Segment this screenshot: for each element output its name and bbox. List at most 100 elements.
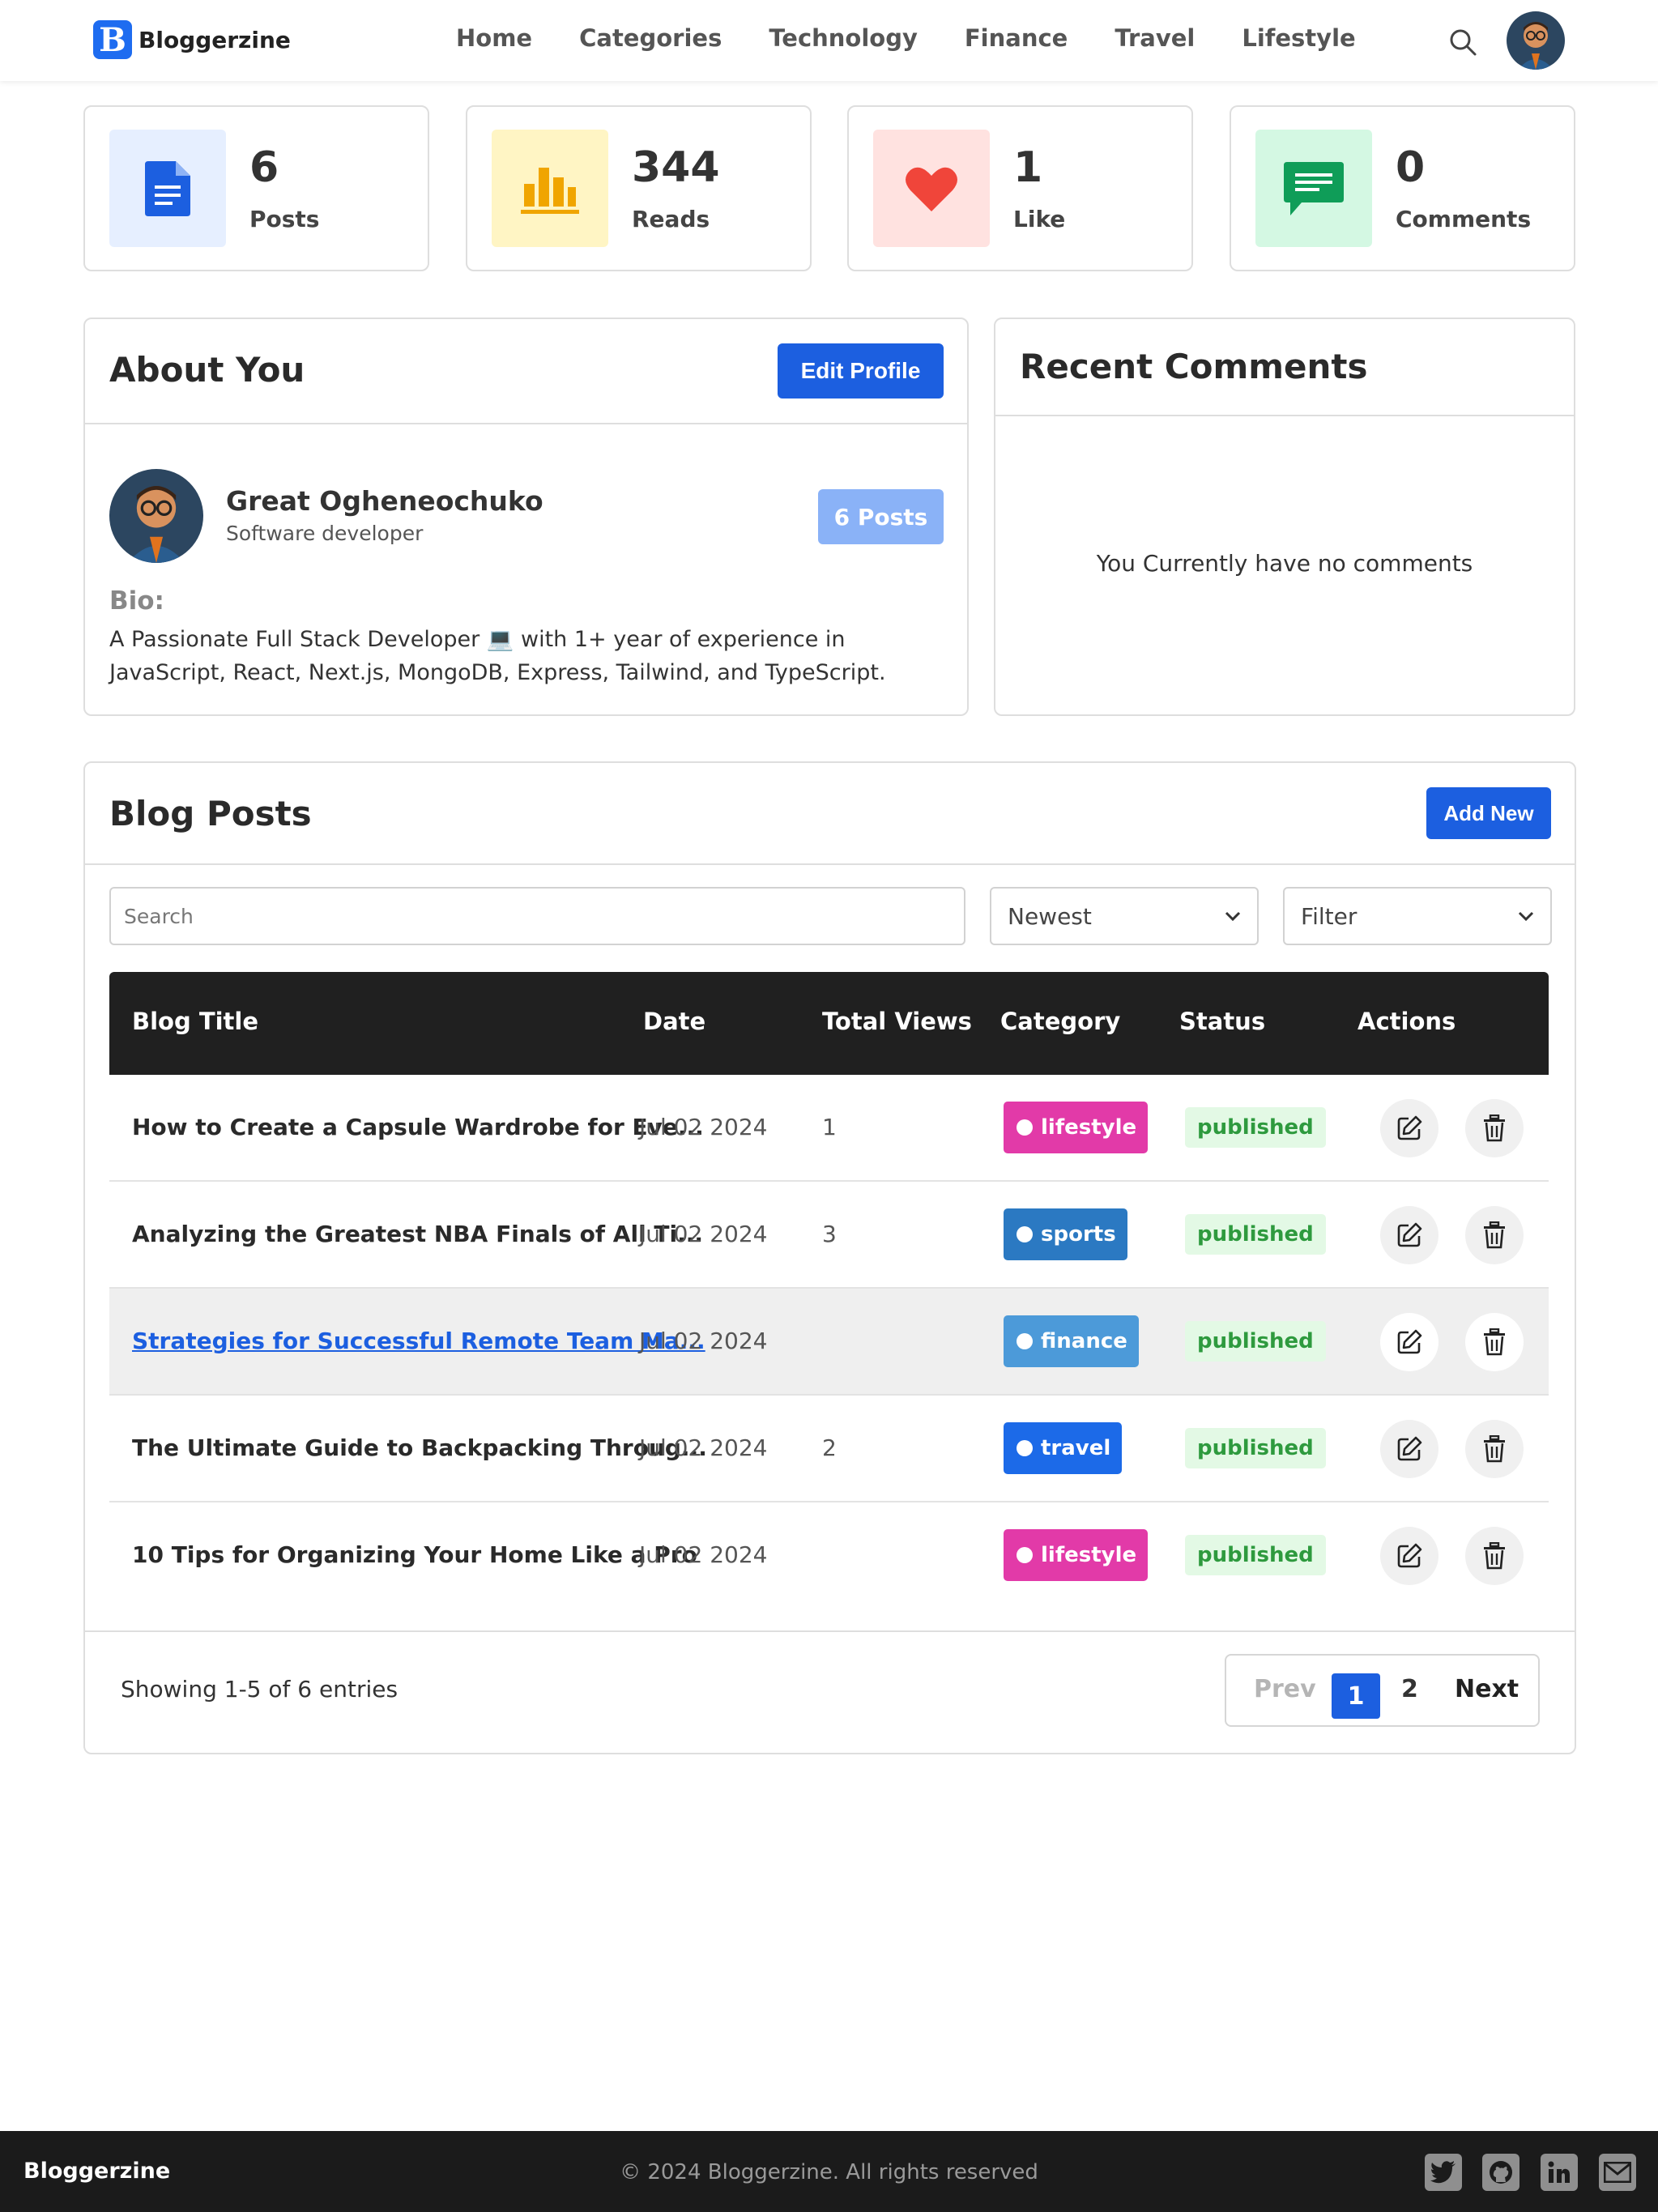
dot-icon <box>1017 1547 1033 1563</box>
stat-likes-value: 1 <box>1013 143 1043 192</box>
category-badge: travel <box>1004 1422 1123 1474</box>
table-row: Strategies for Successful Remote Team Ma… <box>109 1289 1549 1396</box>
page-1-button[interactable]: 1 <box>1332 1673 1380 1719</box>
post-title[interactable]: Analyzing the Greatest NBA Finals of All… <box>132 1221 703 1247</box>
stat-card-likes: 1 Like <box>847 105 1193 271</box>
twitter-icon[interactable] <box>1425 2154 1462 2191</box>
nav-categories[interactable]: Categories <box>579 24 722 52</box>
empty-comments-message: You Currently have no comments <box>1096 550 1473 577</box>
top-navbar: B Bloggerzine Home Categories Technology… <box>0 0 1658 81</box>
col-status: Status <box>1179 1008 1266 1035</box>
category-badge: sports <box>1004 1208 1127 1260</box>
post-title[interactable]: The Ultimate Guide to Backpacking Throug… <box>132 1434 707 1461</box>
table-footer-divider <box>85 1630 1575 1632</box>
trash-icon <box>1484 1221 1505 1249</box>
delete-post-button[interactable] <box>1465 1099 1524 1157</box>
post-views: 2 <box>822 1434 837 1461</box>
stat-posts-value: 6 <box>249 143 279 192</box>
comments-divider <box>995 415 1574 416</box>
post-title[interactable]: How to Create a Capsule Wardrobe for Eve… <box>132 1114 704 1140</box>
prev-page-button[interactable]: Prev <box>1254 1675 1316 1703</box>
stat-comments-value: 0 <box>1396 143 1426 192</box>
footer: Bloggerzine © 2024 Bloggerzine. All righ… <box>0 2131 1658 2212</box>
stat-posts-label: Posts <box>249 206 320 232</box>
delete-post-button[interactable] <box>1465 1420 1524 1478</box>
trash-icon <box>1484 1435 1505 1463</box>
edit-icon <box>1397 1543 1422 1568</box>
post-date: Jul 02 2024 <box>639 1434 768 1461</box>
stat-reads-label: Reads <box>632 206 710 232</box>
table-row: The Ultimate Guide to Backpacking Throug… <box>109 1396 1549 1502</box>
main-nav: Home Categories Technology Finance Trave… <box>456 24 1356 52</box>
edit-icon <box>1397 1115 1422 1140</box>
add-new-button[interactable]: Add New <box>1426 787 1551 839</box>
edit-profile-button[interactable]: Edit Profile <box>778 343 944 399</box>
bio-label: Bio: <box>109 586 164 616</box>
edit-icon <box>1397 1222 1422 1247</box>
delete-post-button[interactable] <box>1465 1313 1524 1371</box>
page-2-button[interactable]: 2 <box>1401 1675 1418 1703</box>
nav-travel[interactable]: Travel <box>1115 24 1195 52</box>
delete-post-button[interactable] <box>1465 1206 1524 1264</box>
mail-icon[interactable] <box>1599 2154 1636 2191</box>
table-row: How to Create a Capsule Wardrobe for Eve… <box>109 1075 1549 1182</box>
filter-select[interactable]: Filter <box>1283 887 1552 945</box>
linkedin-icon[interactable] <box>1541 2154 1578 2191</box>
status-badge: published <box>1185 1214 1326 1255</box>
filter-select-value: Filter <box>1301 902 1358 930</box>
status-badge: published <box>1185 1428 1326 1468</box>
stat-likes-label: Like <box>1013 206 1066 232</box>
stat-card-reads: 344 Reads <box>466 105 812 271</box>
heart-icon <box>873 130 990 247</box>
brand-logo-icon: B <box>93 20 132 59</box>
brand-link[interactable]: B Bloggerzine <box>93 20 291 59</box>
edit-post-button[interactable] <box>1380 1206 1438 1264</box>
category-label: sports <box>1041 1222 1116 1247</box>
about-panel: About You Edit Profile Great Ogheneochuk… <box>83 318 969 716</box>
post-date: Jul 02 2024 <box>639 1221 768 1247</box>
edit-post-button[interactable] <box>1380 1420 1438 1478</box>
github-icon[interactable] <box>1482 2154 1519 2191</box>
edit-post-button[interactable] <box>1380 1527 1438 1585</box>
table-row: Analyzing the Greatest NBA Finals of All… <box>109 1182 1549 1289</box>
next-page-button[interactable]: Next <box>1455 1675 1519 1703</box>
category-label: travel <box>1041 1436 1111 1460</box>
search-icon[interactable] <box>1447 27 1478 58</box>
post-title[interactable]: Strategies for Successful Remote Team Ma… <box>132 1328 705 1354</box>
nav-home[interactable]: Home <box>456 24 532 52</box>
col-actions: Actions <box>1358 1008 1456 1035</box>
about-title: About You <box>109 350 305 390</box>
nav-lifestyle[interactable]: Lifestyle <box>1242 24 1355 52</box>
category-badge: lifestyle <box>1004 1102 1149 1153</box>
search-input[interactable] <box>109 887 965 945</box>
about-divider <box>85 423 967 424</box>
profile-role: Software developer <box>226 522 424 545</box>
nav-technology[interactable]: Technology <box>769 24 918 52</box>
trash-icon <box>1484 1115 1505 1142</box>
pagination: Prev 1 2 Next <box>1225 1654 1540 1727</box>
trash-icon <box>1484 1328 1505 1356</box>
recent-comments-title: Recent Comments <box>1020 347 1368 386</box>
post-views: 1 <box>822 1114 837 1140</box>
chat-icon <box>1255 130 1372 247</box>
col-date: Date <box>643 1008 706 1035</box>
profile-name: Great Ogheneochuko <box>226 485 543 517</box>
posts-count-badge: 6 Posts <box>818 489 944 544</box>
category-label: lifestyle <box>1041 1543 1137 1567</box>
post-title[interactable]: 10 Tips for Organizing Your Home Like a … <box>132 1541 697 1568</box>
user-avatar[interactable] <box>1507 11 1565 70</box>
post-date: Jul 02 2024 <box>639 1541 768 1568</box>
nav-finance[interactable]: Finance <box>965 24 1068 52</box>
post-date: Jul 02 2024 <box>639 1328 768 1354</box>
delete-post-button[interactable] <box>1465 1527 1524 1585</box>
edit-post-button[interactable] <box>1380 1313 1438 1371</box>
edit-post-button[interactable] <box>1380 1099 1438 1157</box>
col-total-views: Total Views <box>822 1008 972 1035</box>
dot-icon <box>1017 1440 1033 1456</box>
edit-icon <box>1397 1329 1422 1354</box>
sort-select[interactable]: Newest <box>990 887 1259 945</box>
status-badge: published <box>1185 1535 1326 1575</box>
status-badge: published <box>1185 1107 1326 1148</box>
post-date: Jul 02 2024 <box>639 1114 768 1140</box>
chevron-down-icon <box>1225 911 1241 922</box>
